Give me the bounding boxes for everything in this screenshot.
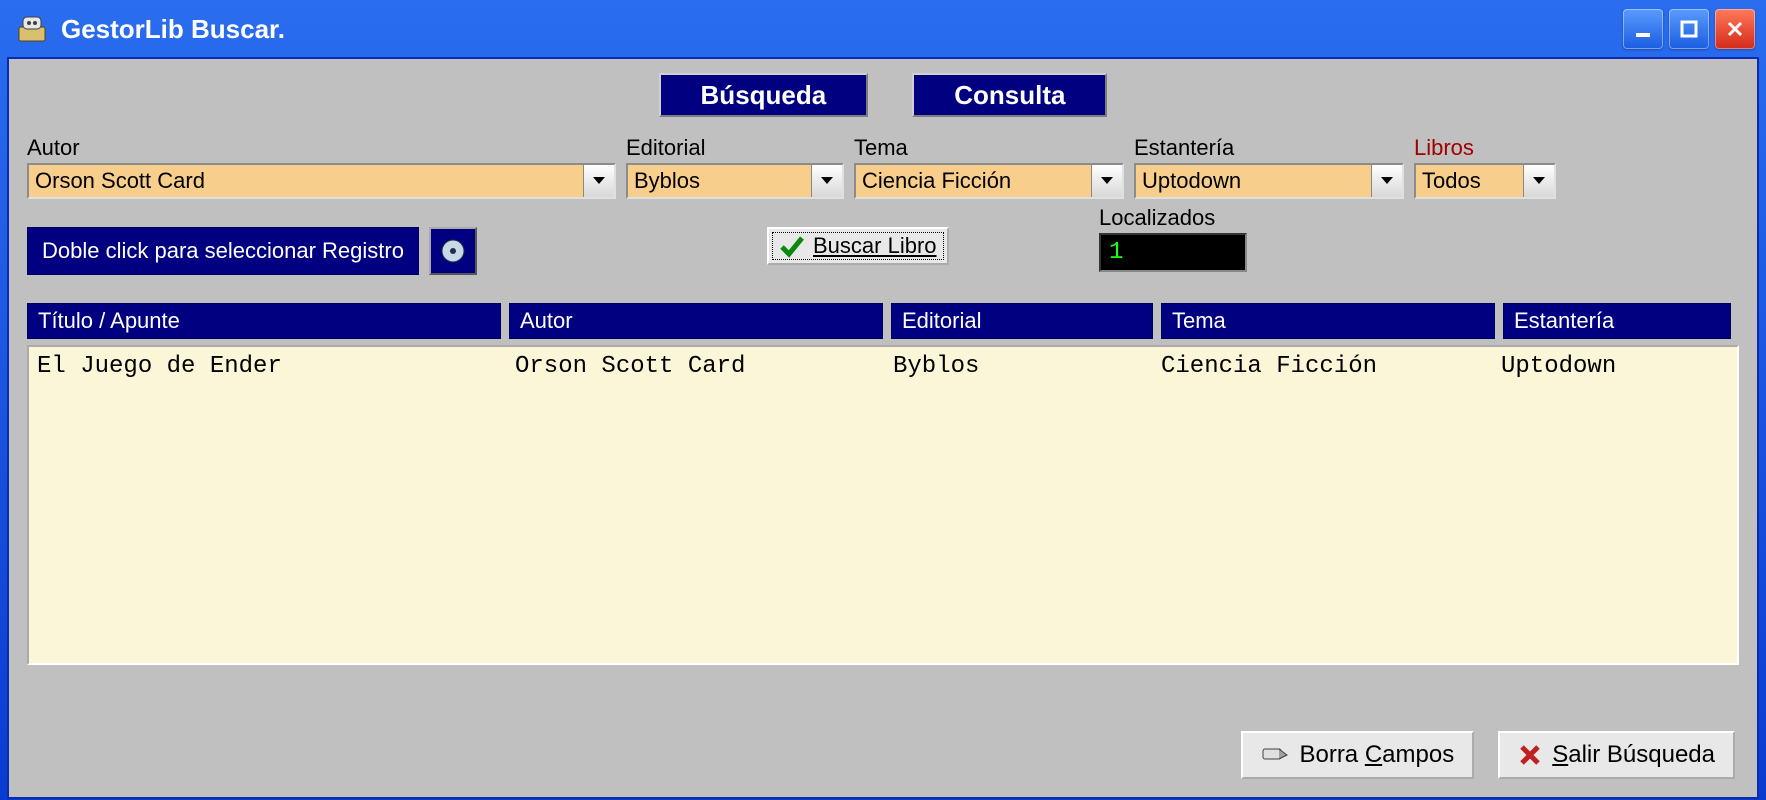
table-row[interactable]: El Juego de Ender Orson Scott Card Byblo…	[29, 353, 1737, 380]
dropdown-icon[interactable]	[583, 165, 614, 197]
libros-combo[interactable]: Todos	[1414, 163, 1556, 199]
editorial-value: Byblos	[628, 165, 811, 197]
hint-label: Doble click para seleccionar Registro	[27, 227, 419, 275]
close-button[interactable]	[1715, 9, 1755, 49]
dropdown-icon[interactable]	[1371, 165, 1402, 197]
col-editorial[interactable]: Editorial	[891, 303, 1153, 339]
dropdown-icon[interactable]	[1091, 165, 1122, 197]
check-icon	[779, 233, 805, 259]
client-area: Búsqueda Consulta Autor Orson Scott Card…	[7, 57, 1759, 799]
localizados-label: Localizados	[1099, 205, 1247, 231]
buscar-libro-label: Buscar Libro	[813, 233, 937, 259]
title-bar: GestorLib Buscar.	[7, 7, 1759, 57]
cell-titulo: El Juego de Ender	[29, 353, 507, 380]
salir-busqueda-button[interactable]: Salir Búsqueda	[1498, 731, 1735, 779]
col-titulo[interactable]: Título / Apunte	[27, 303, 501, 339]
buscar-libro-button[interactable]: Buscar Libro	[767, 227, 949, 265]
app-window: GestorLib Buscar. Búsqueda Consulta Auto…	[0, 0, 1766, 800]
tema-label: Tema	[854, 135, 1124, 161]
editorial-combo[interactable]: Byblos	[626, 163, 844, 199]
borra-campos-button[interactable]: Borra Campos	[1241, 731, 1474, 779]
editorial-label: Editorial	[626, 135, 844, 161]
autor-label: Autor	[27, 135, 616, 161]
estanteria-label: Estantería	[1134, 135, 1404, 161]
estanteria-value: Uptodown	[1136, 165, 1371, 197]
col-tema[interactable]: Tema	[1161, 303, 1495, 339]
tema-combo[interactable]: Ciencia Ficción	[854, 163, 1124, 199]
estanteria-combo[interactable]: Uptodown	[1134, 163, 1404, 199]
results-grid[interactable]: El Juego de Ender Orson Scott Card Byblo…	[27, 345, 1739, 665]
autor-value: Orson Scott Card	[29, 165, 583, 197]
app-icon	[17, 15, 47, 43]
dropdown-icon[interactable]	[811, 165, 842, 197]
cd-icon-button[interactable]	[429, 227, 477, 275]
close-icon	[1518, 743, 1542, 767]
dropdown-icon[interactable]	[1523, 165, 1554, 197]
col-autor[interactable]: Autor	[509, 303, 883, 339]
libros-value: Todos	[1416, 165, 1523, 197]
cell-estanteria: Uptodown	[1493, 353, 1725, 380]
window-title: GestorLib Buscar.	[61, 14, 285, 45]
tab-consulta[interactable]: Consulta	[912, 73, 1107, 117]
tab-busqueda[interactable]: Búsqueda	[659, 73, 869, 117]
libros-label: Libros	[1414, 135, 1556, 161]
autor-combo[interactable]: Orson Scott Card	[27, 163, 616, 199]
tema-value: Ciencia Ficción	[856, 165, 1091, 197]
eraser-icon	[1261, 743, 1289, 767]
minimize-button[interactable]	[1623, 9, 1663, 49]
cell-tema: Ciencia Ficción	[1153, 353, 1493, 380]
borra-campos-label: Borra Campos	[1299, 741, 1454, 769]
cell-editorial: Byblos	[885, 353, 1153, 380]
col-estanteria[interactable]: Estantería	[1503, 303, 1731, 339]
cell-autor: Orson Scott Card	[507, 353, 885, 380]
salir-busqueda-label: Salir Búsqueda	[1552, 741, 1715, 769]
localizados-value: 1	[1099, 233, 1247, 272]
maximize-button[interactable]	[1669, 9, 1709, 49]
